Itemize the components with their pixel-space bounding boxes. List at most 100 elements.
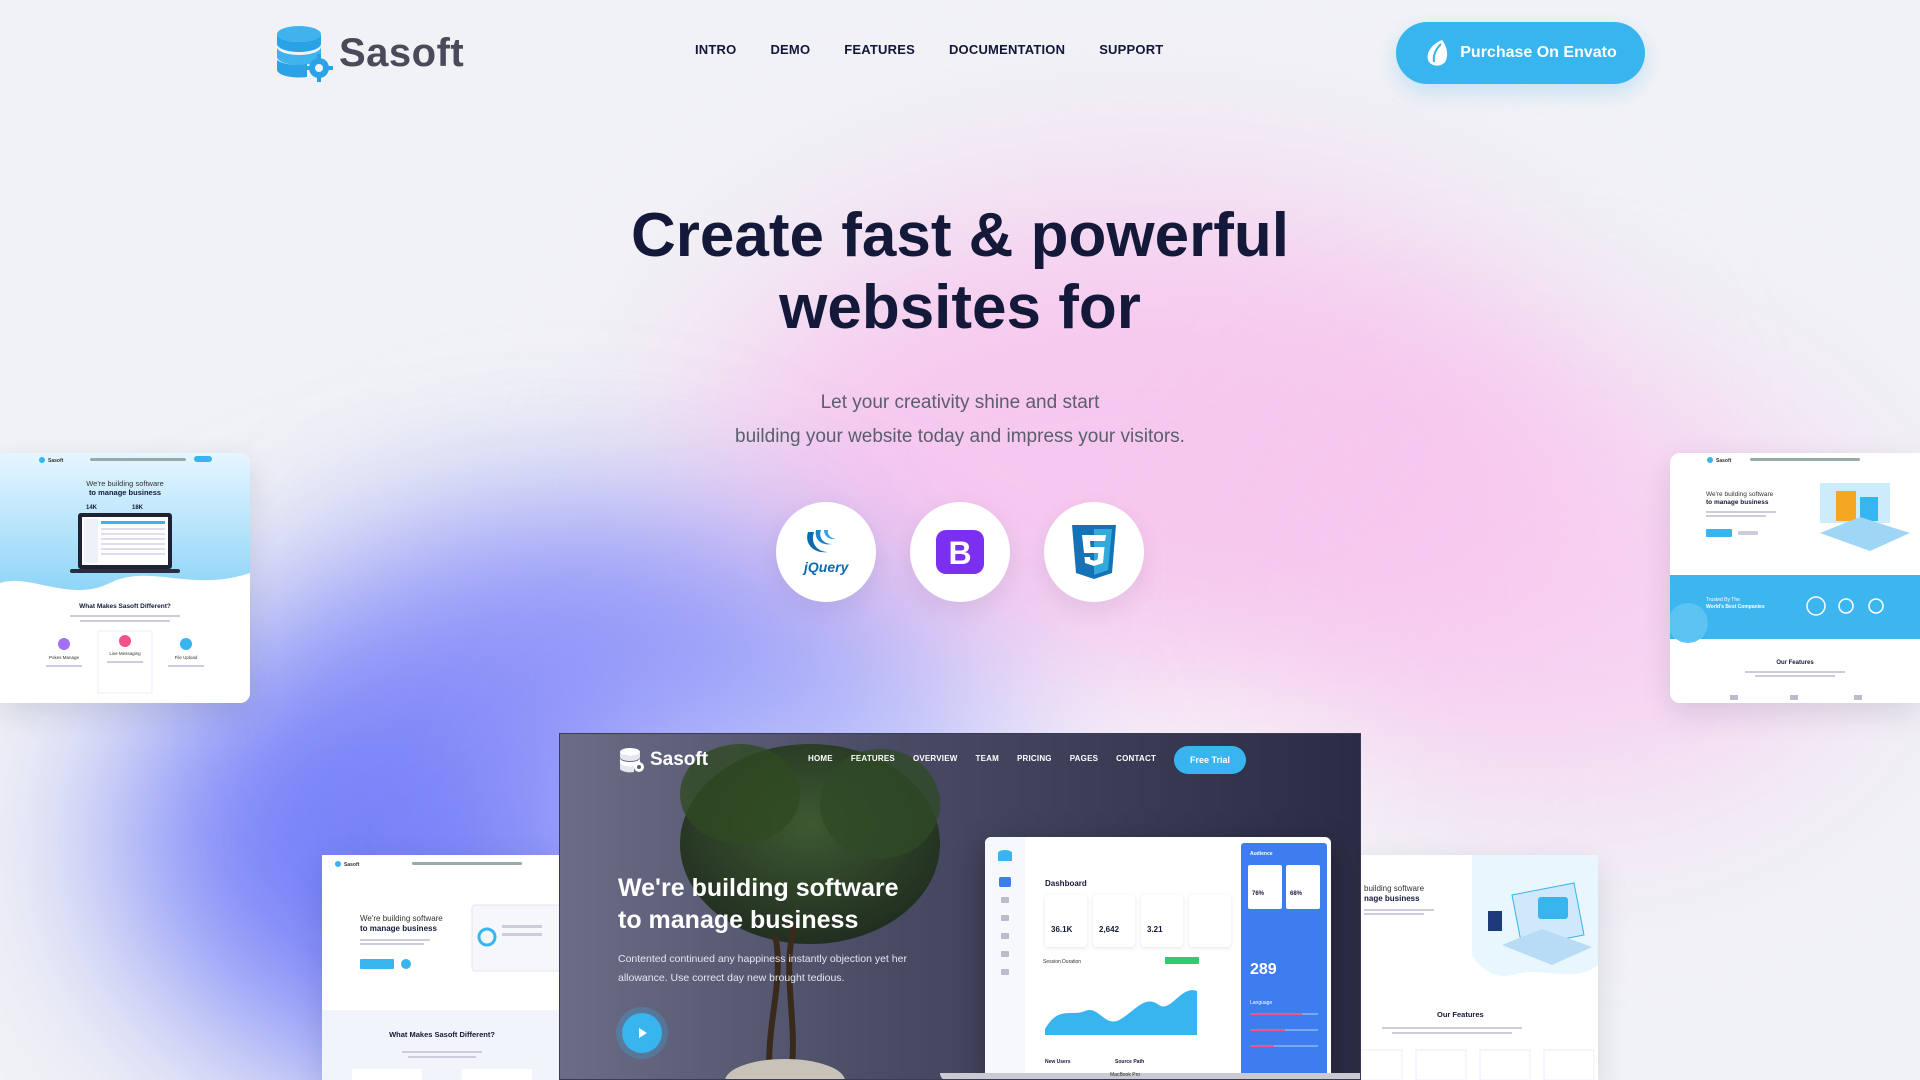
thumb-right-trusted1: Trusted By The [1706, 597, 1740, 603]
demo-thumbnail-bottom-left[interactable]: Sasoft We're building software to manage… [322, 855, 562, 1080]
thumb-bl-h2: to manage business [360, 924, 437, 933]
tech-badge-jquery: jQuery [776, 502, 876, 602]
database-gear-icon [277, 26, 333, 82]
preview-nav-home: HOME [808, 754, 833, 763]
audience-pct: 68% [1290, 891, 1303, 897]
language-bar [1250, 1045, 1318, 1047]
laptop-base: MacBook Pro [940, 1072, 1360, 1079]
main-nav: INTRO DEMO FEATURES DOCUMENTATION SUPPOR… [695, 42, 1163, 57]
preview-logo: Sasoft [618, 746, 708, 774]
tech-badge-css3 [1044, 502, 1144, 602]
nav-item-features[interactable]: FEATURES [844, 42, 915, 57]
demo-thumbnail-left[interactable]: Sasoft We're building software to manage… [0, 453, 250, 703]
thumb-br-features: Our Features [1437, 1010, 1484, 1019]
session-duration-area-chart: Session Duration [1043, 957, 1199, 1035]
thumb-right-h2: to manage business [1706, 499, 1769, 506]
thumb-left-section: What Makes Sasoft Different? [79, 603, 171, 610]
thumb-right-features: Our Features [1776, 660, 1814, 666]
thumb-bl-h1: We're building software [360, 914, 443, 923]
hero-subtitle-line1: Let your creativity shine and start [820, 392, 1100, 413]
preview-play-button[interactable] [622, 1013, 662, 1053]
thumb-left-stat2: 18K [132, 505, 144, 511]
demo-bottom-right-preview: building software nage business Our Feat… [1352, 855, 1598, 1080]
thumb-left-stat1: 14K [86, 505, 98, 511]
preview-nav: HOME FEATURES OVERVIEW TEAM PRICING PAGE… [808, 754, 1156, 763]
dashboard-audience-panel: Audience 76% 68% 289 Language [1241, 843, 1327, 1079]
thumb-left-feature2: Live Messaging [109, 651, 141, 656]
purchase-button[interactable]: Purchase On Envato [1396, 22, 1645, 84]
dashboard-stat-card [1189, 895, 1231, 947]
dashboard-stat-card: 3.21 [1141, 895, 1183, 947]
brand-name: Sasoft [339, 30, 465, 75]
jquery-wordmark: jQuery [802, 559, 850, 575]
hero-title-line1: Create fast & powerful [630, 201, 1290, 270]
bootstrap-icon: B [936, 530, 984, 574]
demo-thumbnail-bottom-right[interactable]: building software nage business Our Feat… [1352, 855, 1598, 1080]
css3-icon [1072, 525, 1116, 579]
preview-nav-team: TEAM [975, 754, 999, 763]
preview-paragraph: Contented continued any happiness instan… [618, 950, 938, 988]
hero-subtitle: Let your creativity shine and start buil… [660, 386, 1260, 454]
tech-badge-bootstrap: B [910, 502, 1010, 602]
hero-title-line2: websites for [779, 273, 1141, 342]
preview-nav-pricing: PRICING [1016, 754, 1052, 763]
purchase-label: Purchase On Envato [1460, 44, 1617, 61]
preview-nav-features: FEATURES [850, 754, 895, 763]
laptop-label: MacBook Pro [1110, 1072, 1141, 1078]
dashboard-title: Dashboard [1045, 879, 1087, 888]
audience-pct: 76% [1252, 891, 1265, 897]
dashboard-stat-value: 3.21 [1147, 925, 1163, 934]
demo-left-preview: Sasoft We're building software to manage… [0, 453, 250, 703]
audience-card: 76% [1248, 865, 1282, 909]
nav-item-support[interactable]: SUPPORT [1099, 42, 1163, 57]
main-demo-preview[interactable]: Sasoft HOME FEATURES OVERVIEW TEAM PRICI… [559, 733, 1361, 1080]
dashboard-new-users: New Users [1045, 1059, 1071, 1065]
nav-item-intro[interactable]: INTRO [695, 42, 736, 57]
preview-headline: We're building software to manage busine… [618, 872, 938, 936]
language-bar [1250, 1029, 1318, 1031]
thumb-right-brand: Sasoft [1716, 458, 1732, 464]
dashboard-stat-card: 36.1K [1045, 895, 1087, 947]
dashboard-stat-value: 2,642 [1099, 925, 1120, 934]
brand-logo[interactable]: Sasoft [273, 22, 464, 84]
bootstrap-letter: B [948, 535, 971, 571]
audience-card: 68% [1286, 865, 1320, 909]
audience-total: 289 [1250, 961, 1277, 978]
demo-right-preview: Sasoft We're building software to manage… [1670, 453, 1920, 703]
preview-headline-line1: We're building software [618, 874, 899, 902]
dashboard-sidebar [985, 837, 1025, 1079]
preview-paragraph-line1: Contented continued any happiness instan… [618, 953, 907, 965]
nav-item-documentation[interactable]: DOCUMENTATION [949, 42, 1065, 57]
demo-bottom-left-preview: Sasoft We're building software to manage… [322, 855, 562, 1080]
preview-headline-line2: to manage business [618, 906, 859, 934]
thumb-bl-section: What Makes Sasoft Different? [389, 1030, 495, 1039]
jquery-icon: jQuery [802, 530, 850, 575]
dashboard-laptop: Dashboard 36.1K 2,642 3.21 Session Durat… [985, 837, 1331, 1079]
preview-nav-overview: OVERVIEW [912, 754, 958, 763]
preview-nav-contact: CONTACT [1116, 754, 1157, 763]
dashboard-source-path: Source Path [1115, 1059, 1145, 1065]
preview-brand: Sasoft [650, 749, 709, 770]
thumb-left-h2: to manage business [89, 488, 161, 497]
thumb-right-h1: We're building software [1706, 491, 1774, 498]
nav-item-demo[interactable]: DEMO [770, 42, 810, 57]
play-icon [639, 1028, 647, 1038]
thumb-left-feature1: Pokes Manage [49, 655, 80, 660]
language-label: Language [1250, 1000, 1273, 1006]
session-duration-label: Session Duration [1043, 959, 1081, 965]
hero-subtitle-line2: building your website today and impress … [735, 426, 1185, 447]
thumb-left-h1: We're building software [86, 479, 164, 488]
preview-free-trial-button: Free Trial [1174, 746, 1246, 774]
thumb-br-h1: building software [1364, 884, 1425, 893]
preview-paragraph-line2: allowance. Use correct day new brought t… [618, 972, 845, 984]
language-bar [1250, 1013, 1318, 1015]
envato-leaf-icon [1427, 40, 1448, 66]
database-gear-icon [620, 748, 644, 773]
preview-nav-pages: PAGES [1069, 754, 1099, 763]
audience-title: Audience [1250, 851, 1273, 857]
thumb-left-brand: Sasoft [48, 458, 64, 464]
thumb-bl-brand: Sasoft [344, 862, 360, 868]
demo-thumbnail-right[interactable]: Sasoft We're building software to manage… [1670, 453, 1920, 703]
dashboard-stat-value: 36.1K [1051, 925, 1073, 934]
thumb-br-h2: nage business [1364, 894, 1420, 903]
